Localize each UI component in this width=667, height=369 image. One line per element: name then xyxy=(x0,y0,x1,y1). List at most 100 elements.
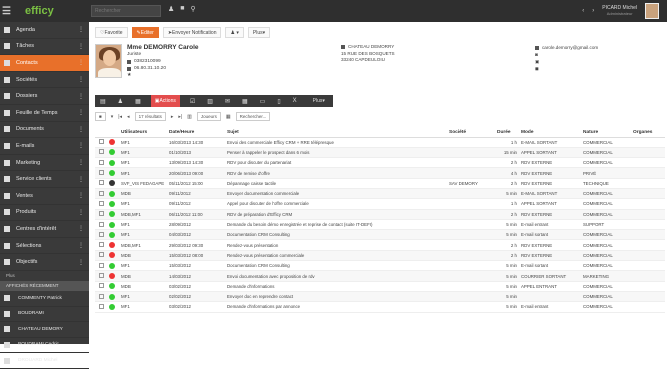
user-info[interactable]: PICARD Michel Administrateur xyxy=(602,5,637,17)
brand[interactable]: ☰ efficy xyxy=(2,3,54,19)
table-row[interactable]: MDB 09/11/2012 Envoyer documentation comme… xyxy=(95,188,665,200)
table-row[interactable]: MF1 04/03/2012 Documentation CRM Consultin… xyxy=(95,229,665,241)
prev-page-icon[interactable]: ◂ xyxy=(127,114,130,120)
table-row[interactable]: MDB 03/02/2012 Demande d'informations 5 min… xyxy=(95,281,665,292)
row-checkbox[interactable] xyxy=(99,159,104,165)
cell-company[interactable] xyxy=(449,157,497,169)
table-row[interactable]: MDB 15/03/2012 08:00 Rendez-vous présentat… xyxy=(95,250,665,262)
send-notification-button[interactable]: ➤ Envoyer Notification xyxy=(162,27,222,38)
avatar[interactable] xyxy=(645,3,659,19)
sidebar-item-7[interactable]: E-mails ⋮ xyxy=(0,138,89,155)
table-row[interactable]: MF1 16/03/2013 14:30 Envoi des commerciale… xyxy=(95,137,665,148)
tab-files-icon[interactable]: ▥ xyxy=(205,95,215,107)
sidebar-item-1[interactable]: Tâches ⋮ xyxy=(0,39,89,56)
column-header-1[interactable] xyxy=(109,128,121,138)
add-button[interactable]: ■ xyxy=(95,112,106,121)
cell-subject[interactable]: Rendez-vous présentation xyxy=(227,239,449,251)
column-header-5[interactable]: Société xyxy=(449,128,497,138)
first-page-icon[interactable]: |◂ xyxy=(118,114,122,120)
cell-company[interactable] xyxy=(449,137,497,148)
next-arrow-icon[interactable]: › xyxy=(592,8,594,14)
tab-chat-icon[interactable]: ▭ xyxy=(258,95,268,107)
facebook-icon[interactable]: ◼ xyxy=(535,65,598,72)
sidebar-item-4[interactable]: Dossiers ⋮ xyxy=(0,88,89,105)
cell-subject[interactable]: RDV de préparation d'Efficy CRM xyxy=(227,209,449,220)
tab-contacts-icon[interactable]: ♟ xyxy=(116,95,125,107)
row-checkbox[interactable] xyxy=(99,283,104,289)
cell-company[interactable] xyxy=(449,209,497,220)
sidebar-item-14[interactable]: Objectifs ⋮ xyxy=(0,254,89,271)
row-checkbox[interactable] xyxy=(99,242,104,248)
row-checkbox[interactable] xyxy=(99,170,104,176)
cell-subject[interactable]: Demande d'informations xyxy=(227,281,449,292)
cell-company[interactable] xyxy=(449,147,497,159)
column-header-7[interactable]: Mode xyxy=(521,128,583,138)
contact-email[interactable]: carole.demorry@gmail.com xyxy=(542,44,598,51)
cell-subject[interactable]: Envoyer documentation commerciale xyxy=(227,188,449,200)
cell-subject[interactable]: Demande du besoin démo enregistrée et re… xyxy=(227,219,449,231)
recent-item-2[interactable]: CHATEAU DEMORY xyxy=(0,322,89,338)
skype-icon[interactable]: ◙ xyxy=(535,51,598,58)
search-input[interactable] xyxy=(91,5,161,17)
sidebar-item-9[interactable]: Service clients ⋮ xyxy=(0,171,89,188)
row-checkbox[interactable] xyxy=(99,211,104,217)
row-checkbox[interactable] xyxy=(99,231,104,237)
row-checkbox[interactable] xyxy=(99,262,104,268)
favorite-button[interactable]: ♡ Favorite xyxy=(95,27,128,38)
tab-calendar-icon[interactable]: ▦ xyxy=(240,95,250,107)
cell-subject[interactable]: Envoi des commerciale Efficy CRM + RRE t… xyxy=(227,137,449,148)
column-header-6[interactable]: Durée xyxy=(497,128,521,138)
tab-mail-icon[interactable]: ✉ xyxy=(223,95,232,107)
cell-company[interactable] xyxy=(449,198,497,210)
tab-tasks-icon[interactable]: ☑ xyxy=(188,95,197,107)
cell-company[interactable] xyxy=(449,229,497,241)
cell-company[interactable] xyxy=(449,219,497,231)
search-icon[interactable]: ⚲ xyxy=(191,5,196,13)
cell-company[interactable] xyxy=(449,301,497,313)
table-row[interactable]: MF1 09/11/2012 Appel pour discuter de l'of… xyxy=(95,198,665,210)
sidebar-item-13[interactable]: Sélections ⋮ xyxy=(0,238,89,255)
next-page-icon[interactable]: ▸ xyxy=(171,114,174,120)
table-row[interactable]: MF1 20/06/2013 09:00 RDV de remise d'offre… xyxy=(95,167,665,179)
cell-company[interactable] xyxy=(449,188,497,200)
row-checkbox[interactable] xyxy=(99,139,104,145)
tab-companies-icon[interactable]: ▦ xyxy=(133,95,143,107)
cell-company[interactable]: SAV DEMORY xyxy=(449,178,497,189)
cell-subject[interactable]: Appel pour discuter de l'offre commercia… xyxy=(227,198,449,210)
cell-subject[interactable]: Documentation CRM Consulting xyxy=(227,260,449,272)
company-name[interactable]: CHATEAU DEMORRY xyxy=(348,44,394,51)
view-menu[interactable]: Joueurs xyxy=(196,112,221,121)
column-header-0[interactable] xyxy=(95,128,109,138)
linkedin-icon[interactable]: ▣ xyxy=(535,58,598,65)
cell-company[interactable] xyxy=(449,260,497,272)
last-page-icon[interactable]: ▸| xyxy=(178,114,182,120)
cell-subject[interactable]: Penser à rappeler le prospect dans 6 moi… xyxy=(227,147,449,159)
tab-excel-icon[interactable]: X xyxy=(291,95,299,107)
sidebar-item-5[interactable]: Feuille de Temps ⋮ xyxy=(0,105,89,122)
star-icon[interactable]: ★ xyxy=(127,72,199,79)
cell-company[interactable] xyxy=(449,281,497,292)
sidebar-item-0[interactable]: Agenda ⋮ xyxy=(0,22,89,39)
cell-subject[interactable]: RDV pour discuter du partenariat xyxy=(227,157,449,169)
cell-subject[interactable]: RDV de remise d'offre xyxy=(227,167,449,179)
cell-company[interactable] xyxy=(449,167,497,179)
user-icon[interactable]: ♟ xyxy=(168,5,174,13)
building-icon[interactable]: ■ xyxy=(180,5,184,13)
table-row[interactable]: MF1 13/09/2013 14:30 RDV pour discuter du … xyxy=(95,157,665,169)
column-header-9[interactable]: Organes xyxy=(633,128,665,138)
table-row[interactable]: MF1 03/02/2012 Demande d'informations par … xyxy=(95,301,665,313)
table-row[interactable]: MF1 02/02/2012 Envoyer doc en reprendre co… xyxy=(95,291,665,303)
row-checkbox[interactable] xyxy=(99,303,104,309)
contact-phone1[interactable]: 0382310099 xyxy=(134,58,161,65)
list-search[interactable]: Rechercher... xyxy=(235,112,271,121)
edit-button[interactable]: ✎ Editer xyxy=(131,27,159,38)
columns-icon[interactable]: ▥ xyxy=(187,114,192,120)
table-row[interactable]: MF1 28/09/2012 Demande du besoin démo enre… xyxy=(95,219,665,231)
cell-subject[interactable]: Documentation CRM Consulting xyxy=(227,229,449,241)
more-button[interactable]: Plus ▾ xyxy=(247,27,271,38)
cell-subject[interactable]: Envoi documentation avec proposition de … xyxy=(227,270,449,282)
row-checkbox[interactable] xyxy=(99,252,104,258)
row-checkbox[interactable] xyxy=(99,293,104,299)
contact-phone2[interactable]: 06.80.31.10.20 xyxy=(134,65,166,72)
column-header-8[interactable]: Nature xyxy=(583,128,633,138)
